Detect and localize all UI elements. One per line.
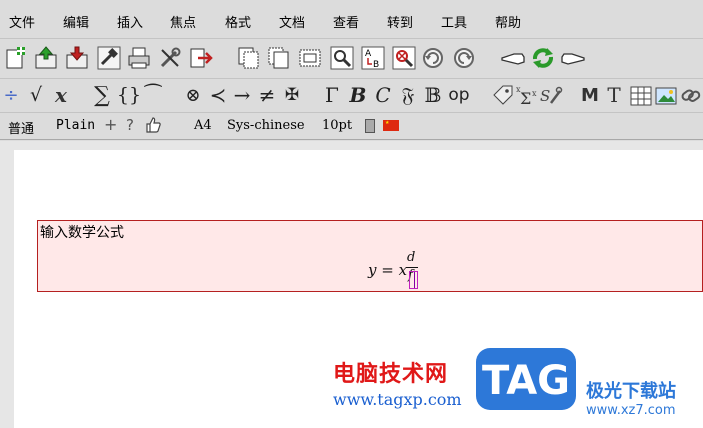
image-icon[interactable] (653, 83, 679, 109)
new-document-icon[interactable] (3, 45, 29, 71)
math-input-box[interactable]: 输入数学公式 (37, 220, 703, 292)
print-icon[interactable] (126, 45, 152, 71)
menu-help[interactable]: 帮助 (495, 12, 521, 31)
sum-limits-icon[interactable]: xΣx (514, 82, 540, 108)
refresh-icon[interactable] (530, 45, 556, 71)
not-equal-icon[interactable]: ≠ (256, 81, 278, 109)
watermark-site-url: www.tagxp.com (333, 390, 462, 409)
open-document-icon[interactable] (33, 45, 59, 71)
sum-icon[interactable]: ∑ (90, 81, 114, 109)
svg-text:S: S (540, 87, 550, 105)
greek-gamma-icon[interactable]: Γ (322, 81, 342, 109)
menu-insert[interactable]: 插入 (117, 12, 143, 31)
watermark-site-name: 电脑技术网 (333, 362, 449, 387)
svg-text:A: A (365, 49, 372, 59)
math-box-title: 输入数学公式 (40, 225, 124, 241)
main-toolbar: AB (0, 38, 703, 78)
maltese-cross-icon[interactable]: ✠ (281, 81, 303, 109)
font-mode-selector[interactable]: Plain (56, 118, 95, 133)
redo-icon[interactable] (451, 45, 477, 71)
sqrt-icon[interactable]: √ (24, 81, 48, 109)
thumbs-up-icon[interactable] (142, 114, 164, 136)
watermark-logo-text: TAG (482, 358, 570, 404)
math-mode-icon[interactable]: M (580, 81, 600, 109)
language-selector[interactable]: Sys-chinese (227, 118, 305, 133)
calligraphic-c-icon[interactable]: C (372, 81, 394, 109)
text-cursor (414, 272, 415, 288)
menu-file[interactable]: 文件 (9, 12, 35, 31)
table-icon[interactable] (628, 83, 654, 109)
style-wrench-icon[interactable]: S (538, 82, 564, 108)
cut-icon[interactable] (266, 45, 292, 71)
fraction-icon[interactable]: ÷ (3, 81, 18, 109)
hand-left-icon[interactable] (500, 45, 526, 71)
copy-icon[interactable] (236, 45, 262, 71)
fraction-numerator[interactable]: d (407, 250, 415, 265)
text-mode-icon[interactable]: T (604, 81, 624, 109)
menu-format[interactable]: 格式 (225, 12, 251, 31)
china-flag-icon[interactable]: ★ (383, 120, 399, 131)
svg-text:x: x (532, 89, 537, 98)
menu-edit[interactable]: 编辑 (63, 12, 89, 31)
arrow-icon[interactable]: → (231, 81, 253, 109)
menu-view[interactable]: 查看 (333, 12, 359, 31)
menu-goto[interactable]: 转到 (387, 12, 413, 31)
operator-icon[interactable]: op (446, 81, 472, 109)
export-icon[interactable] (188, 45, 214, 71)
otimes-icon[interactable]: ⊗ (182, 81, 204, 109)
menu-bar: 文件 编辑 插入 焦点 格式 文档 查看 转到 工具 帮助 (0, 0, 703, 38)
save-document-icon[interactable] (64, 45, 90, 71)
plus-button[interactable]: + (104, 115, 117, 134)
math-toolbar: ÷ √ x ∑ {} ⁀ ⊗ ≺ → ≠ ✠ Γ B C 𝔉 𝔹 op xΣx … (0, 78, 703, 112)
menu-focus[interactable]: 焦点 (170, 12, 196, 31)
paper-size[interactable]: A4 (194, 118, 212, 133)
braces-icon[interactable]: {} (117, 81, 141, 109)
undo-icon[interactable] (420, 45, 446, 71)
wide-accent-icon[interactable]: ⁀ (142, 81, 164, 109)
format-bar: 普通 Plain + ? A4 Sys-chinese 10pt ★ (0, 112, 703, 140)
tools-wrench-icon[interactable] (157, 45, 183, 71)
paste-icon[interactable] (297, 45, 323, 71)
tag-icon[interactable] (490, 82, 516, 108)
search-icon[interactable] (329, 45, 355, 71)
color-swatch-icon[interactable] (365, 119, 375, 133)
hand-right-icon[interactable] (560, 45, 586, 71)
build-hammer-icon[interactable] (96, 45, 122, 71)
watermark-tag-logo: TAG (476, 348, 576, 410)
menu-tools[interactable]: 工具 (441, 12, 467, 31)
style-selector[interactable]: 普通 (8, 118, 34, 137)
question-button[interactable]: ? (126, 116, 134, 134)
replace-icon[interactable]: AB (360, 45, 386, 71)
font-size-selector[interactable]: 10pt (322, 118, 352, 133)
cancel-search-icon[interactable] (391, 45, 417, 71)
blackboard-b-icon[interactable]: 𝔹 (422, 81, 444, 109)
formula-lhs: y = x (368, 261, 408, 279)
watermark-site-name-2: 极光下载站 (586, 381, 676, 402)
svg-text:B: B (373, 60, 379, 70)
fraktur-f-icon[interactable]: 𝔉 (397, 81, 419, 109)
prec-icon[interactable]: ≺ (207, 81, 229, 109)
subscript-x-icon[interactable]: x (50, 81, 72, 109)
menu-document[interactable]: 文档 (279, 12, 305, 31)
link-icon[interactable] (678, 83, 703, 109)
watermark-site-url-2: www.xz7.com (586, 403, 676, 418)
svg-text:Σ: Σ (520, 89, 531, 107)
bold-b-icon[interactable]: B (347, 81, 369, 109)
